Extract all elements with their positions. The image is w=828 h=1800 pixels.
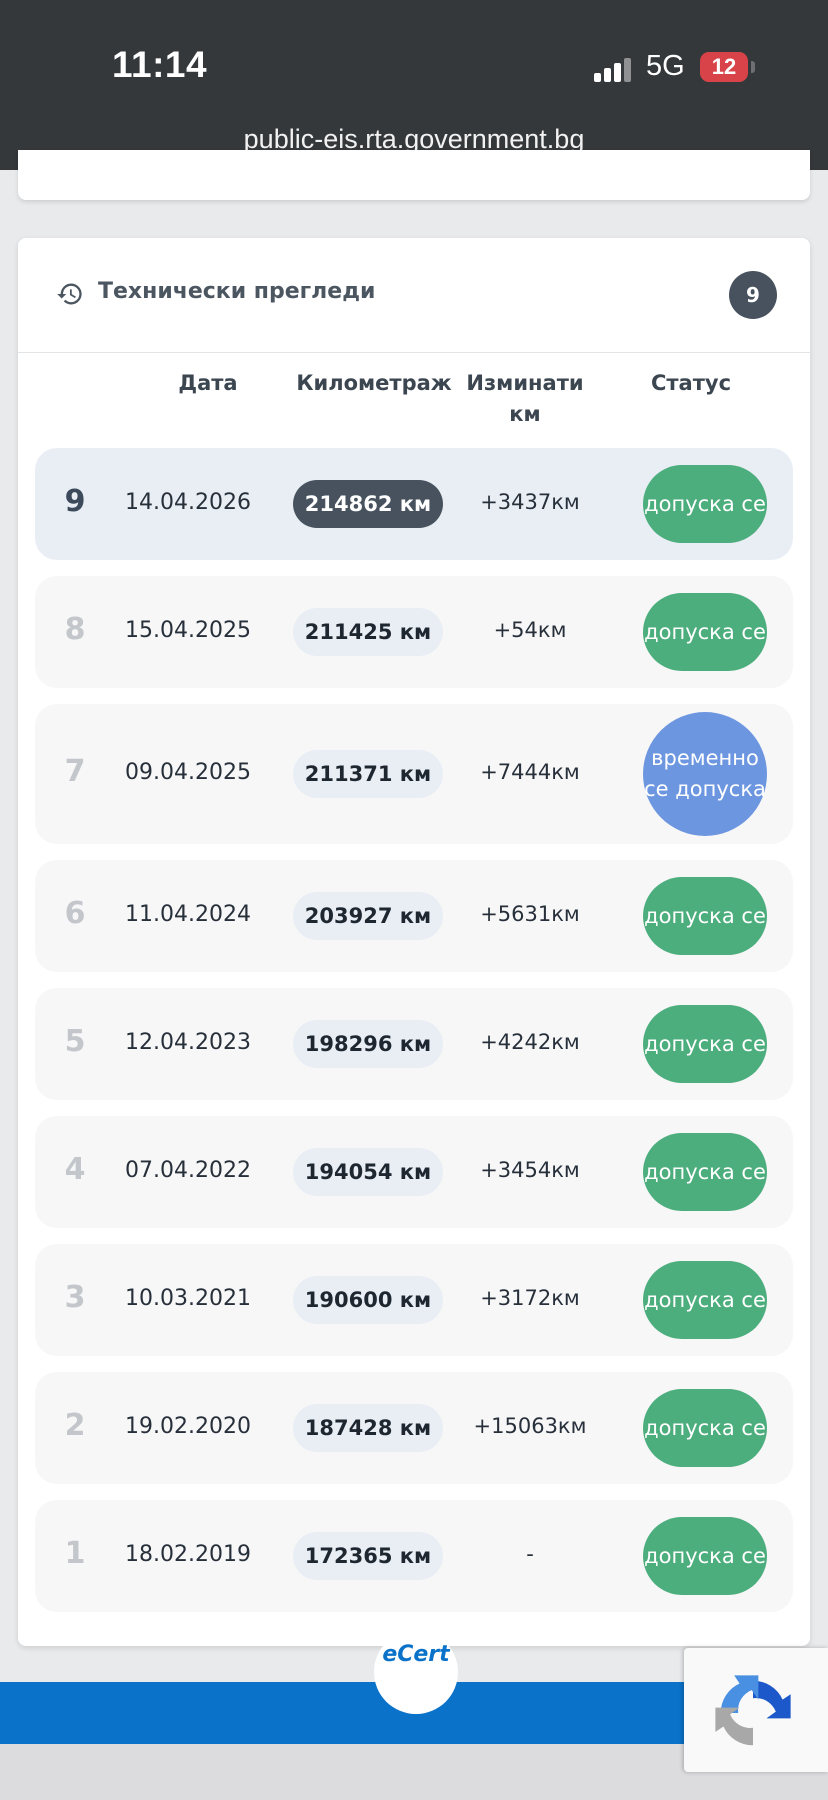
history-icon <box>57 283 82 305</box>
footer-logo-text: eCert <box>382 1642 450 1667</box>
row-number: 1 <box>64 1536 86 1571</box>
row-mileage-pill: 190600 км <box>293 1276 443 1324</box>
row-driven-km: +3454км <box>480 1158 580 1182</box>
row-driven-km: +7444км <box>480 760 580 784</box>
table-row[interactable]: 2 19.02.2020 187428 км +15063км допуска се <box>35 1372 793 1484</box>
signal-icon <box>594 58 634 82</box>
recaptcha-widget[interactable] <box>684 1648 828 1772</box>
row-status-badge: допуска се <box>643 1005 767 1083</box>
battery-icon: 12 <box>700 52 748 82</box>
row-date: 18.02.2019 <box>125 1542 251 1567</box>
row-date: 19.02.2020 <box>125 1414 251 1439</box>
row-number: 6 <box>64 896 86 931</box>
recaptcha-icon <box>715 1675 791 1746</box>
row-mileage-pill: 214862 км <box>293 480 443 528</box>
battery-cap <box>751 61 755 73</box>
row-mileage-pill: 203927 км <box>293 892 443 940</box>
row-date: 09.04.2025 <box>125 760 251 785</box>
column-header-date: Дата <box>178 371 238 395</box>
row-date: 12.04.2023 <box>125 1030 251 1055</box>
table-row[interactable]: 1 18.02.2019 172365 км - допуска се <box>35 1500 793 1612</box>
row-date: 15.04.2025 <box>125 618 251 643</box>
table-row[interactable]: 4 07.04.2022 194054 км +3454км допуска се <box>35 1116 793 1228</box>
row-date: 07.04.2022 <box>125 1158 251 1183</box>
table-row[interactable]: 6 11.04.2024 203927 км +5631км допуска се <box>35 860 793 972</box>
table-row[interactable]: 3 10.03.2021 190600 км +3172км допуска се <box>35 1244 793 1356</box>
row-status-badge: допуска се <box>643 877 767 955</box>
table-row[interactable]: 8 15.04.2025 211425 км +54км допуска се <box>35 576 793 688</box>
row-driven-km: +3172км <box>480 1286 580 1310</box>
row-status-badge: допуска се <box>643 465 767 543</box>
row-mileage-pill: 198296 км <box>293 1020 443 1068</box>
row-status-badge: допуска се <box>643 1261 767 1339</box>
row-driven-km: +54км <box>493 618 567 642</box>
row-driven-km: +5631км <box>480 902 580 926</box>
row-driven-km: +4242км <box>480 1030 580 1054</box>
row-status-badge: допуска се <box>643 1389 767 1467</box>
row-number: 9 <box>64 484 86 519</box>
row-driven-km: - <box>526 1542 534 1566</box>
column-header-status: Статус <box>650 371 732 395</box>
table-row[interactable]: 9 14.04.2026 214862 км +3437км допуска се <box>35 448 793 560</box>
row-mileage-pill: 211371 км <box>293 750 443 798</box>
network-type: 5G <box>646 50 685 82</box>
column-header-mileage: Километраж <box>296 371 452 395</box>
browser-top-bar: 11:14 5G 12 public-eis.rta.government.bg <box>0 0 828 170</box>
row-mileage-pill: 211425 км <box>293 608 443 656</box>
card-title: Технически прегледи <box>98 279 376 304</box>
row-number: 3 <box>64 1280 86 1315</box>
row-number: 7 <box>64 754 86 789</box>
column-header-driven: Изминати км <box>466 371 584 426</box>
row-driven-km: +15063км <box>473 1414 587 1438</box>
row-driven-km: +3437км <box>480 490 580 514</box>
row-mileage-pill: 194054 км <box>293 1148 443 1196</box>
row-date: 14.04.2026 <box>125 490 251 515</box>
row-status-badge: допуска се <box>643 1517 767 1595</box>
table-row[interactable]: 7 09.04.2025 211371 км +7444км временно се д… <box>35 704 793 844</box>
row-number: 4 <box>64 1152 86 1187</box>
row-number: 2 <box>64 1408 86 1443</box>
row-date: 11.04.2024 <box>125 902 251 927</box>
status-time: 11:14 <box>112 44 208 85</box>
row-status-badge: допуска се <box>643 593 767 671</box>
row-number: 8 <box>64 612 86 647</box>
table-row[interactable]: 5 12.04.2023 198296 км +4242км допуска се <box>35 988 793 1100</box>
row-date: 10.03.2021 <box>125 1286 251 1311</box>
count-badge: 9 <box>729 271 777 319</box>
row-mileage-pill: 172365 км <box>293 1532 443 1580</box>
previous-card <box>18 150 810 200</box>
inspections-card: Технически прегледи 9 Дата Километраж Из… <box>18 238 810 1646</box>
row-number: 5 <box>64 1024 86 1059</box>
row-status-badge: допуска се <box>643 1133 767 1211</box>
row-mileage-pill: 187428 км <box>293 1404 443 1452</box>
card-header: Технически прегледи 9 <box>18 238 810 353</box>
row-status-badge: временно се допуска <box>643 712 767 836</box>
